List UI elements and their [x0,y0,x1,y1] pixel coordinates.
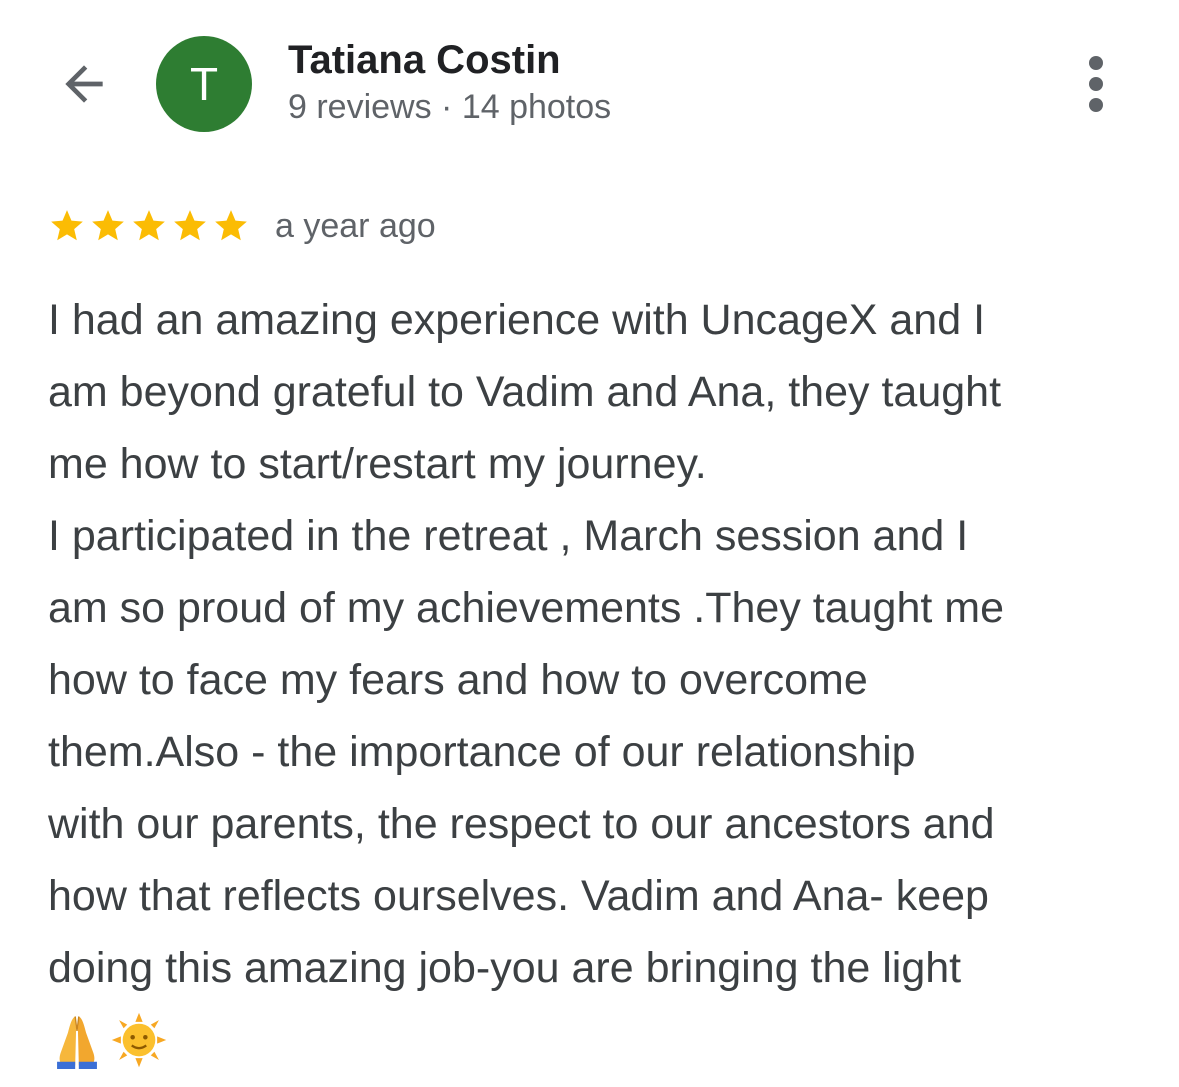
review-line: how to face my fears and how to overcome [48,656,868,704]
review-line: me how to start/restart my journey. [48,440,707,488]
reviewer-meta: 9 reviews · 14 photos [288,88,612,126]
reviewer-name[interactable]: Tatiana Costin [288,38,561,83]
review-time: a year ago [275,206,436,245]
star-icon [215,210,247,241]
star-rating [48,207,253,245]
rating-row: a year ago [48,202,436,250]
star-icon [133,210,165,241]
star-icon [92,210,124,241]
more-options-button[interactable] [1070,52,1122,116]
back-arrow-icon [65,65,103,103]
more-vertical-icon [1089,56,1103,70]
reviewer-header: T Tatiana Costin 9 reviews · 14 photos [0,0,1179,160]
review-line: how that reflects ourselves. Vadim and A… [48,872,989,920]
folded-hands-emoji [57,1016,97,1069]
more-vertical-icon-dot [1089,77,1103,91]
review-emojis [48,1004,1148,1076]
review-line: with our parents, the respect to our anc… [48,800,995,848]
review-line: doing this amazing job-you are bringing … [48,944,962,992]
review-line: them.Also - the importance of our relati… [48,728,916,776]
star-icon [174,210,206,241]
review-line: am so proud of my achievements .They tau… [48,584,1005,632]
back-button[interactable] [52,52,116,116]
review-line: I had an amazing experience with UncageX… [48,296,986,344]
review-line: am beyond grateful to Vadim and Ana, the… [48,368,1002,416]
star-icon [51,210,83,241]
avatar-initial: T [189,58,219,110]
avatar[interactable]: T [156,36,252,132]
review-text: I had an amazing experience with UncageX… [48,284,1148,1076]
more-vertical-icon-dot [1089,98,1103,112]
sun-with-face-emoji [111,1012,167,1068]
review-line: I participated in the retreat , March se… [48,512,969,560]
